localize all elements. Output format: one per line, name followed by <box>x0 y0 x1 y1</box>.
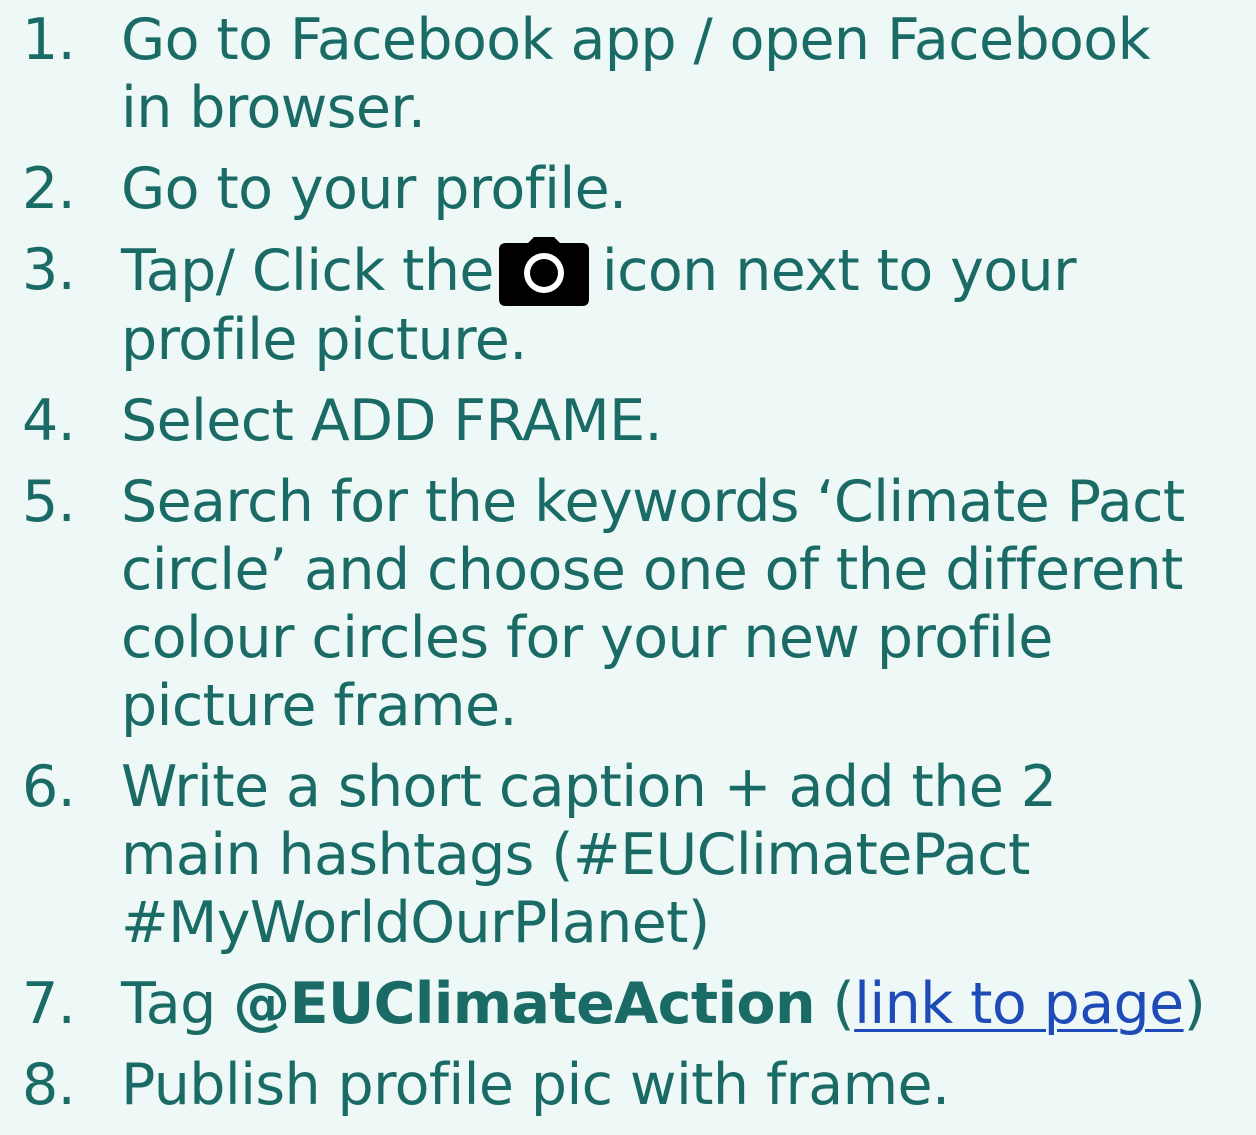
camera-icon <box>498 237 589 306</box>
step-text: Search for the keywords ‘Climate Pact ci… <box>121 469 1185 739</box>
step-text: Write a short caption + add the 2 main h… <box>121 754 1057 956</box>
step-8: 8. Publish profile pic with frame. <box>0 1051 1256 1119</box>
step-number: 7. <box>22 971 76 1037</box>
step-3: 3. Tap/ Click the icon next to your prof… <box>0 236 1256 374</box>
step-text: Tap/ Click the icon next to your profile… <box>121 237 1077 373</box>
step-text: Tag @EUClimateAction (link to page) <box>121 971 1206 1037</box>
step-text: Publish profile pic with frame. <box>121 1052 950 1118</box>
step-number: 3. <box>22 237 76 303</box>
step-1: 1. Go to Facebook app / open Facebook in… <box>0 6 1256 142</box>
step-number: 5. <box>22 469 76 535</box>
step-number: 6. <box>22 754 76 820</box>
step-text: Go to Facebook app / open Facebook in br… <box>121 7 1151 141</box>
instructions-list: 1. Go to Facebook app / open Facebook in… <box>0 6 1256 1119</box>
account-handle: @EUClimateAction <box>233 971 815 1037</box>
step-number: 1. <box>22 7 76 73</box>
step-number: 2. <box>22 156 76 222</box>
step-text: Select ADD FRAME. <box>121 388 663 454</box>
step-text: Go to your profile. <box>121 156 627 222</box>
page-link[interactable]: link to page <box>854 971 1184 1037</box>
step-number: 4. <box>22 388 76 454</box>
step-2: 2. Go to your profile. <box>0 155 1256 223</box>
step-6: 6. Write a short caption + add the 2 mai… <box>0 753 1256 957</box>
step-7: 7. Tag @EUClimateAction (link to page) <box>0 970 1256 1038</box>
step-4: 4. Select ADD FRAME. <box>0 387 1256 455</box>
step-number: 8. <box>22 1052 76 1118</box>
step-5: 5. Search for the keywords ‘Climate Pact… <box>0 468 1256 740</box>
